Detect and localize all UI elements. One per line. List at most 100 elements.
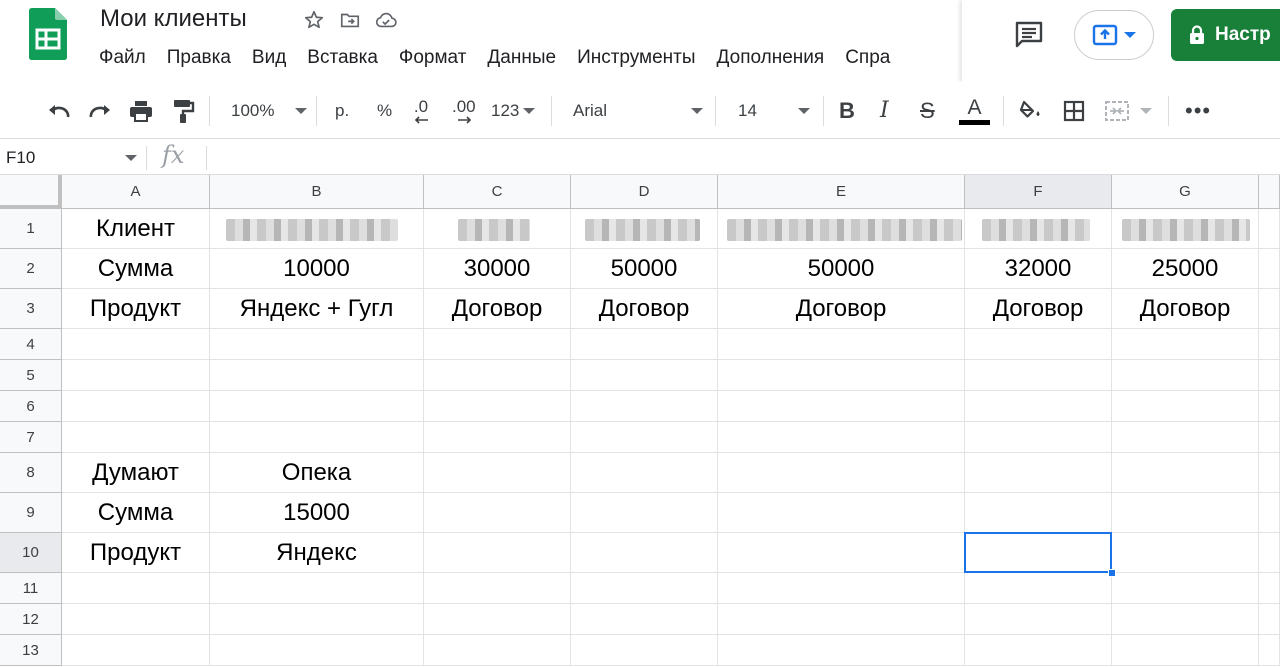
row-header-6[interactable]: 6: [0, 391, 62, 422]
cell-e2[interactable]: 50000: [718, 249, 965, 289]
cell-g4[interactable]: [1112, 329, 1259, 360]
cell-g12[interactable]: [1112, 604, 1259, 635]
cell-b12[interactable]: [210, 604, 424, 635]
row-header-12[interactable]: 12: [0, 604, 62, 635]
menu-file[interactable]: Файл: [99, 47, 146, 69]
fill-color-icon[interactable]: [1018, 82, 1044, 139]
cell-c7[interactable]: [424, 422, 571, 453]
cell-overflow[interactable]: [1259, 329, 1280, 360]
cell-b7[interactable]: [210, 422, 424, 453]
cell-f6[interactable]: [965, 391, 1112, 422]
cell-c11[interactable]: [424, 573, 571, 604]
italic-button[interactable]: I: [880, 82, 889, 139]
row-header-4[interactable]: 4: [0, 329, 62, 360]
cell-overflow[interactable]: [1259, 391, 1280, 422]
cell-a10[interactable]: Продукт: [62, 533, 210, 573]
cell-e3[interactable]: Договор: [718, 289, 965, 329]
cell-f12[interactable]: [965, 604, 1112, 635]
cell-a3[interactable]: Продукт: [62, 289, 210, 329]
column-header-g[interactable]: G: [1112, 175, 1259, 209]
cell-e5[interactable]: [718, 360, 965, 391]
font-size-select[interactable]: 14: [738, 82, 810, 139]
zoom-select[interactable]: 100%: [231, 82, 307, 139]
cell-a12[interactable]: [62, 604, 210, 635]
cell-b13[interactable]: [210, 635, 424, 666]
cell-overflow[interactable]: [1259, 453, 1280, 493]
merge-cells-select[interactable]: [1104, 82, 1152, 139]
cell-d12[interactable]: [571, 604, 718, 635]
cell-b9[interactable]: 15000: [210, 493, 424, 533]
sheet-grid[interactable]: A B C D E F G 1 Клиент 2 Сумма 10000 30000 50000 50000…: [0, 175, 1280, 667]
cell-d2[interactable]: 50000: [571, 249, 718, 289]
cell-d8[interactable]: [571, 453, 718, 493]
cell-a2[interactable]: Сумма: [62, 249, 210, 289]
menu-data[interactable]: Данные: [487, 47, 556, 69]
print-icon[interactable]: [128, 82, 154, 139]
star-icon[interactable]: [302, 8, 326, 32]
cell-a7[interactable]: [62, 422, 210, 453]
document-title[interactable]: Мои клиенты: [100, 5, 247, 33]
cell-b6[interactable]: [210, 391, 424, 422]
cell-f3[interactable]: Договор: [965, 289, 1112, 329]
cell-b10[interactable]: Яндекс: [210, 533, 424, 573]
menu-tools[interactable]: Инструменты: [577, 47, 695, 69]
cell-d9[interactable]: [571, 493, 718, 533]
cell-overflow[interactable]: [1259, 360, 1280, 391]
cell-e4[interactable]: [718, 329, 965, 360]
cell-e10[interactable]: [718, 533, 965, 573]
bold-button[interactable]: B: [839, 82, 855, 139]
cell-d6[interactable]: [571, 391, 718, 422]
cell-g8[interactable]: [1112, 453, 1259, 493]
row-header-11[interactable]: 11: [0, 573, 62, 604]
decrease-decimal-button[interactable]: .0: [413, 82, 429, 139]
cell-a8[interactable]: Думают: [62, 453, 210, 493]
cell-b2[interactable]: 10000: [210, 249, 424, 289]
cell-d4[interactable]: [571, 329, 718, 360]
cell-c12[interactable]: [424, 604, 571, 635]
column-header-a[interactable]: A: [62, 175, 210, 209]
menu-addons[interactable]: Дополнения: [717, 47, 825, 69]
cell-e11[interactable]: [718, 573, 965, 604]
cell-c10[interactable]: [424, 533, 571, 573]
cell-c3[interactable]: Договор: [424, 289, 571, 329]
column-header-next[interactable]: [1259, 175, 1280, 209]
column-header-c[interactable]: C: [424, 175, 571, 209]
cell-c2[interactable]: 30000: [424, 249, 571, 289]
cell-overflow[interactable]: [1259, 573, 1280, 604]
cell-overflow[interactable]: [1259, 289, 1280, 329]
more-formats-select[interactable]: 123: [491, 82, 536, 139]
cell-overflow[interactable]: [1259, 635, 1280, 666]
cell-f4[interactable]: [965, 329, 1112, 360]
cell-d13[interactable]: [571, 635, 718, 666]
cell-a4[interactable]: [62, 329, 210, 360]
cell-a13[interactable]: [62, 635, 210, 666]
menu-format[interactable]: Формат: [399, 47, 467, 69]
cell-g11[interactable]: [1112, 573, 1259, 604]
row-header-10[interactable]: 10: [0, 533, 62, 573]
sheets-logo-icon[interactable]: [29, 8, 67, 60]
present-button[interactable]: [1074, 10, 1154, 60]
menu-help[interactable]: Спра: [845, 47, 890, 69]
row-header-5[interactable]: 5: [0, 360, 62, 391]
cell-b4[interactable]: [210, 329, 424, 360]
borders-icon[interactable]: [1063, 82, 1085, 139]
cell-a5[interactable]: [62, 360, 210, 391]
cell-c4[interactable]: [424, 329, 571, 360]
cell-g5[interactable]: [1112, 360, 1259, 391]
row-header-7[interactable]: 7: [0, 422, 62, 453]
cell-c6[interactable]: [424, 391, 571, 422]
currency-format-button[interactable]: р.: [335, 82, 349, 139]
cell-g13[interactable]: [1112, 635, 1259, 666]
cell-c9[interactable]: [424, 493, 571, 533]
font-family-select[interactable]: Arial: [573, 82, 703, 139]
cell-d5[interactable]: [571, 360, 718, 391]
move-to-folder-icon[interactable]: [338, 8, 362, 32]
row-header-2[interactable]: 2: [0, 249, 62, 289]
cell-overflow[interactable]: [1259, 604, 1280, 635]
strikethrough-button[interactable]: S: [920, 82, 935, 139]
cell-overflow[interactable]: [1259, 209, 1280, 249]
cell-d10[interactable]: [571, 533, 718, 573]
row-header-3[interactable]: 3: [0, 289, 62, 329]
row-header-13[interactable]: 13: [0, 635, 62, 666]
cell-e7[interactable]: [718, 422, 965, 453]
